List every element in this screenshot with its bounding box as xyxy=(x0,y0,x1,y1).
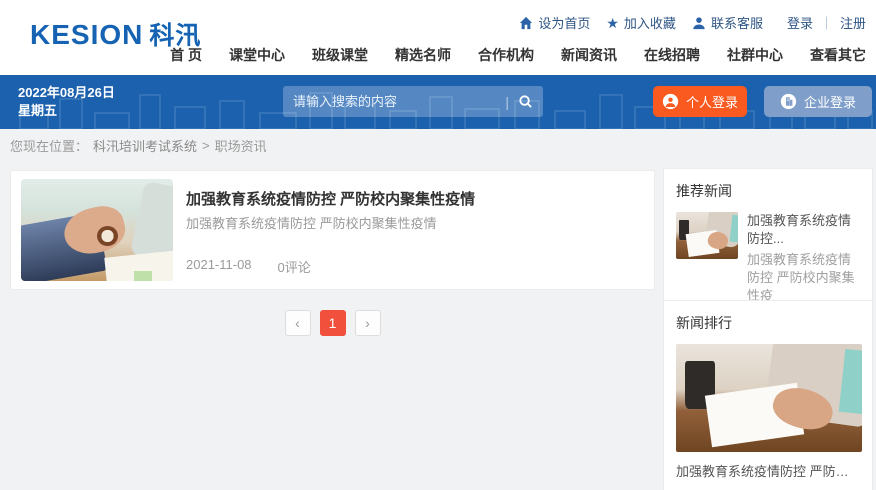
nav-item-class-course[interactable]: 班级课堂 xyxy=(312,45,368,65)
star-icon: ★ xyxy=(606,16,619,30)
article-title[interactable]: 加强教育系统疫情防控 严防校内聚集性疫情 xyxy=(186,188,475,209)
person-icon xyxy=(692,16,706,30)
recommended-news-thumbnail[interactable] xyxy=(676,212,738,259)
weekday-line: 星期五 xyxy=(18,102,115,120)
news-ranking-heading: 新闻排行 xyxy=(676,313,860,333)
register-link[interactable]: 注册 xyxy=(840,13,866,32)
breadcrumb-label: 您现在位置： xyxy=(10,136,88,155)
recommended-news-heading: 推荐新闻 xyxy=(676,181,860,201)
nav-item-community[interactable]: 社群中心 xyxy=(727,45,783,65)
nav-item-classroom-center[interactable]: 课堂中心 xyxy=(229,45,285,65)
breadcrumb: 您现在位置： 科汛培训考试系统 > 职场资讯 xyxy=(0,129,876,162)
article-thumbnail-image[interactable] xyxy=(21,179,173,281)
page: KESION科汛 设为首页 ★ 加入收藏 联系客服 登录 ｜ 注册 首 页 xyxy=(0,0,876,490)
enterprise-login-icon xyxy=(780,93,797,110)
nav-item-more[interactable]: 查看其它 xyxy=(810,45,866,65)
set-homepage-label: 设为首页 xyxy=(538,13,590,32)
decor-teal-bag xyxy=(730,214,738,242)
add-favorite-link[interactable]: ★ 加入收藏 xyxy=(606,13,676,32)
search-divider: | xyxy=(505,94,509,110)
nav-item-jobs[interactable]: 在线招聘 xyxy=(644,45,700,65)
main-nav: 首 页 课堂中心 班级课堂 精选名师 合作机构 新闻资讯 在线招聘 社群中心 查… xyxy=(170,45,866,65)
recommended-news-summary: 加强教育系统疫情防控 严防校内聚集性疫 xyxy=(747,251,860,305)
contact-service-label: 联系客服 xyxy=(711,13,763,32)
date-display: 2022年08月26日 星期五 xyxy=(18,84,115,120)
auth-links: 登录 ｜ 注册 xyxy=(787,13,866,32)
recommended-news-title[interactable]: 加强教育系统疫情防控... xyxy=(747,212,860,248)
date-line: 2022年08月26日 xyxy=(18,84,115,102)
article-card: 加强教育系统疫情防控 严防校内聚集性疫情 加强教育系统疫情防控 严防校内聚集性疫… xyxy=(10,170,655,290)
login-link[interactable]: 登录 xyxy=(787,13,813,32)
enterprise-login-button[interactable]: 企业登录 xyxy=(764,86,872,117)
pagination: ‹ 1 › xyxy=(10,310,655,336)
auth-divider: ｜ xyxy=(820,13,833,32)
nav-item-partners[interactable]: 合作机构 xyxy=(478,45,534,65)
decor-note xyxy=(134,271,152,281)
article-comments: 0评论 xyxy=(278,257,311,276)
news-ranking-image[interactable] xyxy=(676,344,862,452)
news-ranking-caption[interactable]: 加强教育系统疫情防控 严防校内... xyxy=(676,461,860,480)
contact-service-link[interactable]: 联系客服 xyxy=(692,13,763,32)
header: KESION科汛 设为首页 ★ 加入收藏 联系客服 登录 ｜ 注册 首 页 xyxy=(0,0,876,75)
article-date: 2021-11-08 xyxy=(186,257,252,276)
enterprise-login-label: 企业登录 xyxy=(804,92,856,111)
recommended-news-item: 加强教育系统疫情防控... 加强教育系统疫情防控 严防校内聚集性疫 xyxy=(676,212,860,305)
news-ranking-card: 新闻排行 加强教育系统疫情防控 严防校内... xyxy=(663,300,873,490)
nav-item-news[interactable]: 新闻资讯 xyxy=(561,45,617,65)
search-box: | xyxy=(283,86,543,117)
recommended-news-text: 加强教育系统疫情防控... 加强教育系统疫情防控 严防校内聚集性疫 xyxy=(747,212,860,305)
recommended-news-card: 推荐新闻 加强教育系统疫情防控... 加强教育系统疫情防控 严防校内聚集性疫 xyxy=(663,168,873,318)
utility-bar: 设为首页 ★ 加入收藏 联系客服 登录 ｜ 注册 xyxy=(519,13,866,32)
nav-item-featured-teachers[interactable]: 精选名师 xyxy=(395,45,451,65)
banner: 2022年08月26日 星期五 | 个人登录 企业登录 xyxy=(0,75,876,129)
personal-login-icon xyxy=(662,93,679,110)
set-homepage-link[interactable]: 设为首页 xyxy=(519,13,590,32)
banner-buttons: 个人登录 企业登录 xyxy=(653,86,872,117)
pagination-prev-button[interactable]: ‹ xyxy=(285,310,311,336)
pagination-page-1[interactable]: 1 xyxy=(320,310,346,336)
article-meta: 2021-11-08 0评论 xyxy=(186,257,311,276)
breadcrumb-current[interactable]: 职场资讯 xyxy=(215,136,267,155)
personal-login-button[interactable]: 个人登录 xyxy=(653,86,747,117)
add-favorite-label: 加入收藏 xyxy=(624,13,676,32)
breadcrumb-site-link[interactable]: 科汛培训考试系统 xyxy=(93,136,197,155)
personal-login-label: 个人登录 xyxy=(686,92,738,111)
breadcrumb-separator: > xyxy=(202,138,210,153)
pagination-next-button[interactable]: › xyxy=(355,310,381,336)
search-icon[interactable] xyxy=(518,94,533,109)
article-summary: 加强教育系统疫情防控 严防校内聚集性疫情 xyxy=(186,213,437,232)
nav-item-home[interactable]: 首 页 xyxy=(170,45,202,65)
search-input[interactable] xyxy=(293,94,501,109)
logo-text-en: KESION xyxy=(30,19,143,50)
home-icon xyxy=(519,16,533,30)
